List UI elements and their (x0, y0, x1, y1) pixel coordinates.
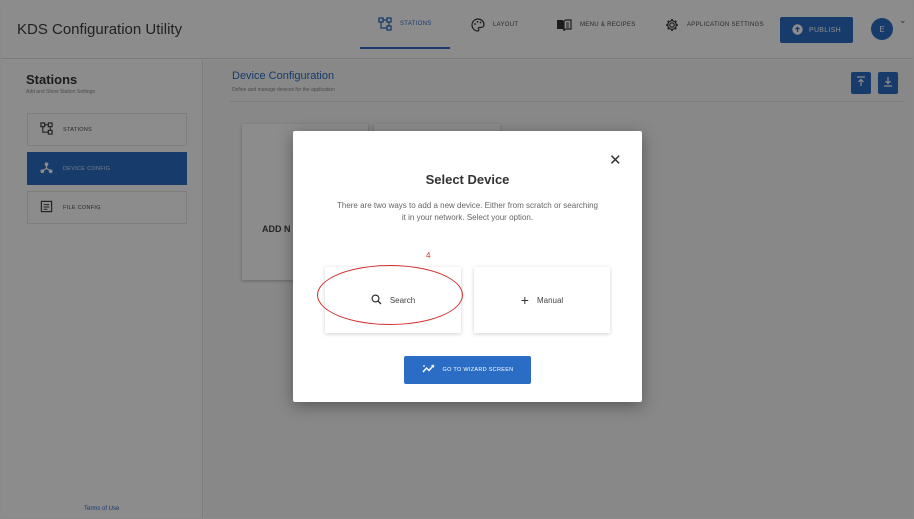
plus-icon: + (520, 292, 529, 308)
dialog-description: There are two ways to add a new device. … (336, 201, 598, 222)
close-icon[interactable]: ✕ (609, 151, 622, 169)
manual-option-button[interactable]: + Manual (474, 267, 610, 333)
select-device-dialog: ✕ Select Device There are two ways to ad… (293, 131, 642, 402)
search-option-button[interactable]: Search (325, 267, 461, 333)
dialog-title: Select Device (425, 172, 510, 187)
app-window: KDS Configuration Utility Stations Layou… (0, 0, 914, 519)
manual-option-label: Manual (536, 295, 564, 305)
search-option-label: Search (389, 295, 416, 305)
search-icon (371, 292, 382, 308)
step-annotation-number: 4 (426, 251, 431, 260)
go-to-wizard-button[interactable]: Go to Wizard Screen (404, 356, 531, 384)
wizard-icon (422, 364, 435, 376)
go-to-wizard-label: Go to Wizard Screen (442, 367, 514, 373)
